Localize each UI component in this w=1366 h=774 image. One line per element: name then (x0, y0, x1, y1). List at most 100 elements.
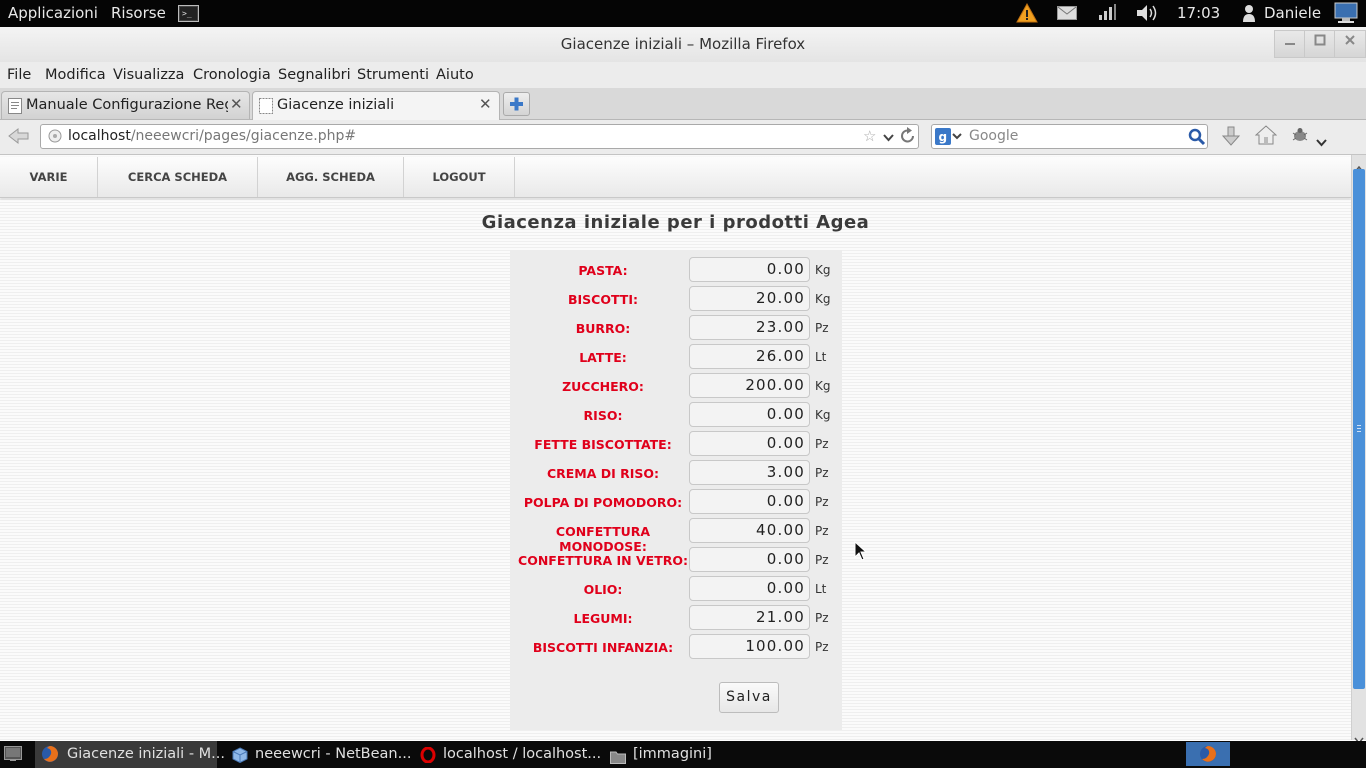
form-row-olio: OLIO: 0.00 Lt (510, 576, 842, 605)
nav-logout[interactable]: LOGOUT (404, 157, 515, 197)
field-label: CONFETTURA IN VETRO: (518, 553, 688, 568)
computer-icon[interactable] (1334, 2, 1358, 28)
taskbar-item-firefox[interactable]: Giacenze iniziali - M... (35, 741, 225, 768)
quantity-input[interactable]: 0.00 (689, 257, 810, 282)
top-panel: Applicazioni Risorse >_ 17:03 Daniele (0, 0, 1366, 27)
search-icon[interactable] (1188, 128, 1206, 150)
quantity-input[interactable]: 200.00 (689, 373, 810, 398)
quantity-input[interactable]: 0.00 (689, 576, 810, 601)
url-text: localhost/neeewcri/pages/giacenze.php# (68, 128, 356, 144)
google-engine-icon[interactable]: g (935, 128, 963, 149)
tab-label: Manuale Configurazione Reg... (26, 97, 228, 113)
url-path: /neeewcri/pages/giacenze.php# (130, 128, 357, 144)
taskbar-item-opera[interactable]: localhost / localhost... (414, 741, 601, 768)
quantity-input[interactable]: 21.00 (689, 605, 810, 630)
unit-label: Pz (815, 495, 829, 509)
tab-manuale[interactable]: Manuale Configurazione Reg... ✕ (1, 91, 250, 119)
mail-icon[interactable] (1057, 6, 1077, 24)
url-host: localhost (68, 128, 131, 144)
quantity-input[interactable]: 100.00 (689, 634, 810, 659)
taskbar-item-netbeans[interactable]: neeewcri - NetBean... (226, 741, 411, 768)
firefox-icon (41, 745, 59, 773)
nav-agg-scheda[interactable]: AGG. SCHEDA (258, 157, 404, 197)
form-row-riso: RISO: 0.00 Kg (510, 402, 842, 431)
nav-varie[interactable]: VARIE (0, 157, 98, 197)
mouse-cursor-icon (854, 541, 867, 561)
bookmark-star-icon[interactable]: ☆ (863, 127, 876, 145)
addon-bug-icon[interactable] (1291, 127, 1309, 147)
quantity-input[interactable]: 40.00 (689, 518, 810, 543)
new-tab-button[interactable] (503, 92, 530, 116)
nav-cerca-scheda[interactable]: CERCA SCHEDA (98, 157, 258, 197)
form-row-confettura-monodose: CONFETTURA MONODOSE: 40.00 Pz (510, 518, 842, 554)
taskbar-label: neeewcri - NetBean... (255, 746, 412, 762)
show-desktop-icon[interactable] (4, 746, 22, 766)
menu-chevron-down-icon[interactable] (1316, 132, 1327, 151)
network-signal-icon[interactable] (1098, 3, 1116, 25)
menu-aiuto[interactable]: Aiuto (436, 67, 474, 83)
back-arrow-icon[interactable] (6, 126, 30, 150)
reload-icon[interactable] (900, 127, 916, 149)
globe-icon[interactable] (48, 129, 62, 147)
maximize-button[interactable] (1304, 30, 1336, 58)
user-icon (1242, 3, 1256, 27)
site-nav: VARIE CERCA SCHEDA AGG. SCHEDA LOGOUT (0, 157, 1351, 198)
unit-label: Lt (815, 582, 827, 596)
save-button[interactable]: Salva (719, 682, 779, 713)
user-menu[interactable]: Daniele (1264, 4, 1321, 22)
url-bar[interactable]: localhost/neeewcri/pages/giacenze.php# ☆ (40, 124, 919, 149)
quantity-input[interactable]: 0.00 (689, 547, 810, 572)
volume-icon[interactable] (1136, 3, 1160, 27)
places-menu[interactable]: Risorse (111, 4, 166, 22)
unit-label: Pz (815, 321, 829, 335)
window-title: Giacenze iniziali – Mozilla Firefox (560, 35, 806, 53)
applications-menu[interactable]: Applicazioni (8, 4, 98, 22)
search-placeholder: Google (969, 128, 1019, 144)
close-tab-icon[interactable]: ✕ (230, 95, 243, 113)
close-window-button[interactable] (1334, 30, 1366, 58)
field-label: OLIO: (583, 582, 623, 597)
quantity-input[interactable]: 23.00 (689, 315, 810, 340)
field-label: LATTE: (579, 350, 627, 365)
svg-text:g: g (939, 130, 948, 144)
folder-icon (610, 747, 626, 774)
menu-cronologia[interactable]: Cronologia (193, 67, 271, 83)
quantity-input[interactable]: 0.00 (689, 402, 810, 427)
download-icon[interactable] (1221, 125, 1241, 151)
field-label: RISO: (583, 408, 623, 423)
stock-form: PASTA: 0.00 Kg BISCOTTI: 20.00 Kg BURRO:… (510, 250, 842, 730)
search-bar[interactable]: g Google (931, 124, 1208, 149)
terminal-icon[interactable]: >_ (178, 5, 199, 26)
menu-strumenti[interactable]: Strumenti (357, 67, 429, 83)
quantity-input[interactable]: 26.00 (689, 344, 810, 369)
clock[interactable]: 17:03 (1177, 4, 1220, 22)
taskbar-label: Giacenze iniziali - M... (67, 746, 225, 762)
quantity-input[interactable]: 0.00 (689, 431, 810, 456)
tab-label: Giacenze iniziali (277, 97, 395, 113)
quantity-input[interactable]: 0.00 (689, 489, 810, 514)
warning-icon[interactable] (1016, 2, 1038, 27)
menu-segnalibri[interactable]: Segnalibri (278, 67, 351, 83)
taskbar-item-immagini[interactable]: [immagini] (604, 741, 754, 768)
close-tab-icon[interactable]: ✕ (479, 95, 492, 113)
menu-file[interactable]: File (7, 67, 31, 83)
unit-label: Kg (815, 379, 831, 393)
home-icon[interactable] (1254, 125, 1278, 149)
menu-visualizza[interactable]: Visualizza (113, 67, 184, 83)
chevron-down-icon[interactable] (883, 130, 894, 146)
page-scrollbar[interactable] (1351, 155, 1366, 745)
quantity-input[interactable]: 3.00 (689, 460, 810, 485)
svg-text:>_: >_ (182, 9, 192, 18)
netbeans-cube-icon (232, 746, 248, 773)
page-content: VARIE CERCA SCHEDA AGG. SCHEDA LOGOUT Gi… (0, 155, 1351, 740)
minimize-button[interactable] (1274, 30, 1306, 58)
unit-label: Pz (815, 437, 829, 451)
scroll-thumb[interactable] (1353, 169, 1365, 689)
quantity-input[interactable]: 20.00 (689, 286, 810, 311)
workspace-switcher[interactable] (1186, 742, 1230, 766)
maximize-icon (1314, 34, 1326, 46)
tab-giacenze[interactable]: Giacenze iniziali ✕ (252, 91, 500, 120)
unit-label: Pz (815, 466, 829, 480)
tab-bar: Manuale Configurazione Reg... ✕ Giacenze… (0, 88, 1366, 120)
menu-modifica[interactable]: Modifica (45, 67, 106, 83)
